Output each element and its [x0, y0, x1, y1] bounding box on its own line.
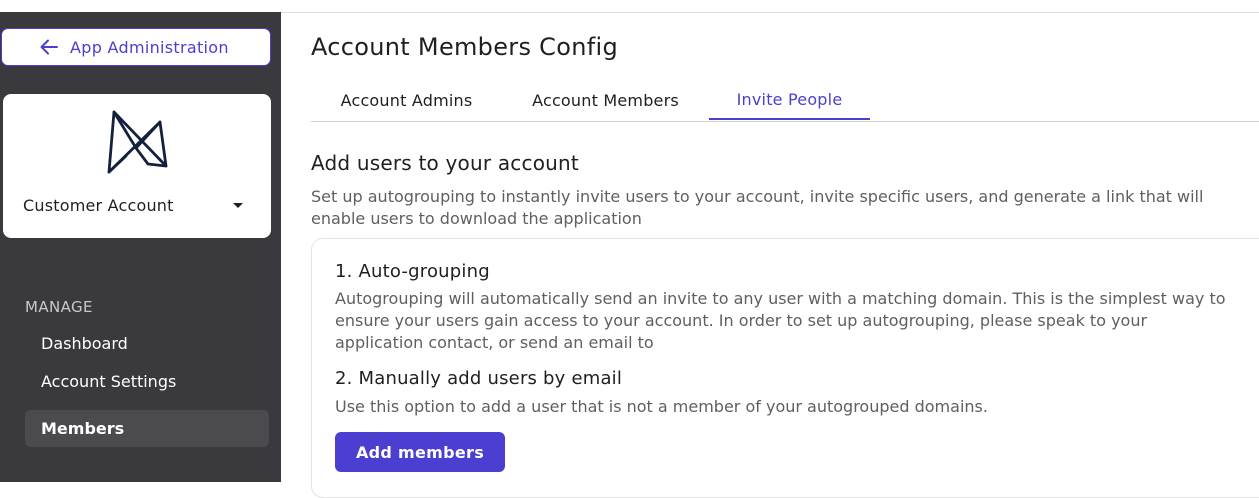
tab-account-members[interactable]: Account Members	[502, 80, 709, 120]
sidebar-item-account-settings[interactable]: Account Settings	[25, 363, 269, 400]
brand-logo	[106, 110, 168, 182]
tab-account-admins[interactable]: Account Admins	[311, 80, 502, 120]
autogrouping-description: Autogrouping will automatically send an …	[335, 289, 1226, 352]
page-title: Account Members Config	[311, 33, 618, 61]
manage-section-label: MANAGE	[25, 298, 93, 316]
autogrouping-title: 1. Auto-grouping	[335, 261, 490, 282]
arrow-left-icon	[40, 39, 58, 55]
back-to-app-administration-button[interactable]: App Administration	[1, 28, 271, 66]
tab-invite-people[interactable]: Invite People	[709, 80, 870, 120]
account-switcher[interactable]: Customer Account	[3, 94, 271, 238]
section-title: Add users to your account	[311, 151, 579, 175]
sidebar-item-members[interactable]: Members	[25, 410, 269, 447]
sidebar-item-dashboard[interactable]: Dashboard	[25, 325, 269, 362]
tab-bar: Account Admins Account Members Invite Pe…	[311, 80, 1259, 122]
account-name: Customer Account	[23, 196, 174, 215]
back-button-label: App Administration	[70, 37, 229, 57]
sidebar: App Administration Customer Account MANA…	[0, 12, 281, 482]
add-members-button[interactable]: Add members	[335, 432, 505, 472]
section-description: Set up autogrouping to instantly invite …	[311, 187, 1204, 228]
header-divider	[281, 12, 1259, 13]
caret-down-icon[interactable]	[233, 203, 243, 208]
manual-add-title: 2. Manually add users by email	[335, 368, 623, 389]
manual-add-description: Use this option to add a user that is no…	[335, 397, 988, 416]
